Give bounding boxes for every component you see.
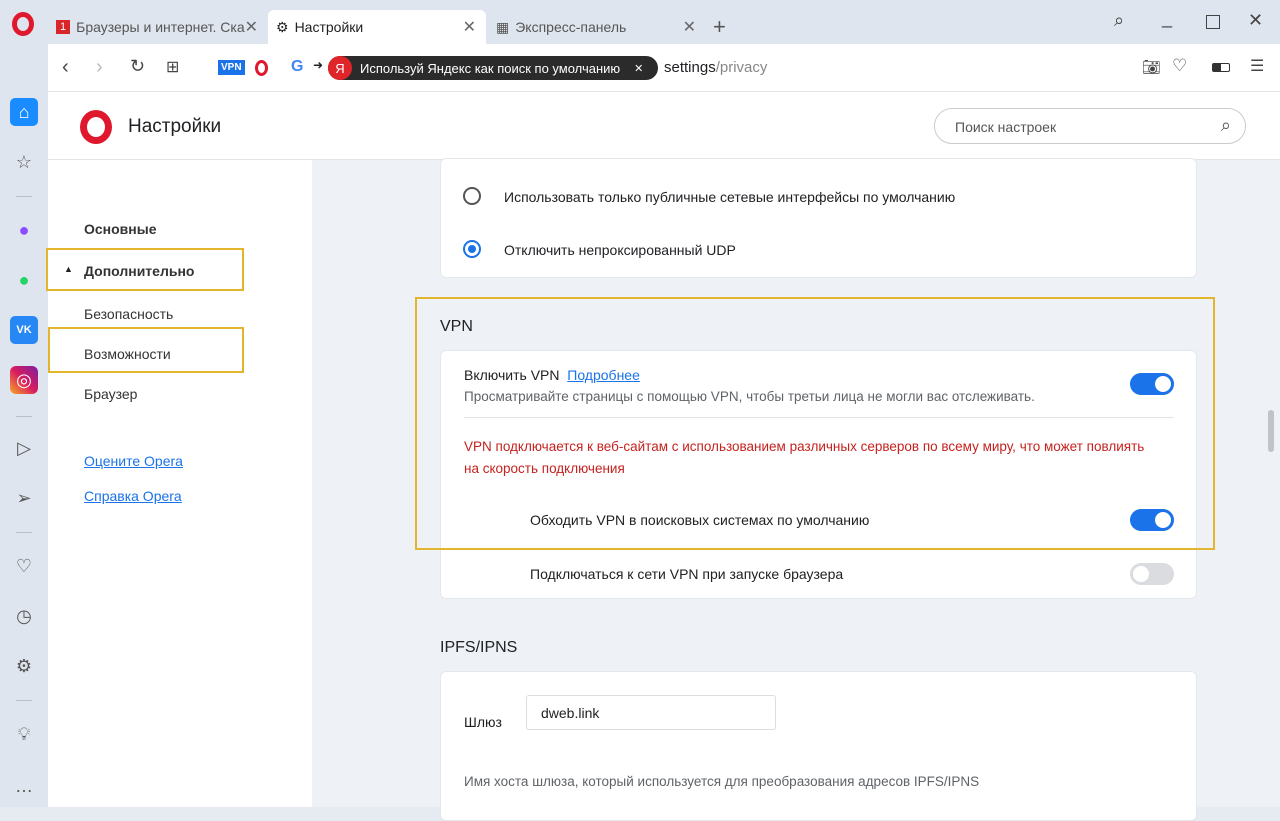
grid-icon: ▦ <box>496 19 509 36</box>
heart-icon[interactable]: ♡ <box>1172 56 1187 76</box>
home-icon[interactable]: ⌂ <box>10 98 38 126</box>
gear-icon: ⚙ <box>276 19 289 36</box>
heart-icon[interactable]: ♡ <box>10 552 38 580</box>
page-title: Настройки <box>128 116 221 138</box>
collapse-icon[interactable]: ▲ <box>64 264 73 274</box>
nav-browser[interactable]: Браузер <box>84 386 137 402</box>
option-label: Отключить непроксированный UDP <box>504 242 736 258</box>
player-icon[interactable]: ▷ <box>10 434 38 462</box>
settings-content: Использовать только публичные сетевые ин… <box>312 160 1260 807</box>
history-icon[interactable]: ◷ <box>10 602 38 630</box>
send-icon[interactable]: ➢ <box>10 484 38 512</box>
radio-disable-udp[interactable] <box>463 240 481 258</box>
divider <box>16 700 32 701</box>
scrollbar-thumb[interactable] <box>1268 410 1274 452</box>
forward-button[interactable]: › <box>96 56 103 79</box>
battery-icon[interactable] <box>1212 63 1230 72</box>
more-icon[interactable]: … <box>10 772 38 800</box>
gateway-input[interactable]: dweb.link <box>526 695 776 730</box>
minimize-button[interactable]: _ <box>1162 8 1172 29</box>
divider <box>16 196 32 197</box>
opera-logo <box>80 110 112 144</box>
maximize-button[interactable] <box>1206 15 1220 29</box>
nav-basic[interactable]: Основные <box>84 221 157 237</box>
nav-security[interactable]: Безопасность <box>84 306 173 322</box>
tab-browsers[interactable]: 1Браузеры и интернет. Ска✕ <box>48 10 268 44</box>
close-window-button[interactable]: ✕ <box>1248 10 1263 31</box>
tabs-grid-icon[interactable]: ⊞ <box>166 57 179 77</box>
easy-setup-icon[interactable]: ☰ <box>1250 56 1264 76</box>
gateway-description: Имя хоста шлюза, который используется дл… <box>464 774 979 789</box>
option-label: Использовать только публичные сетевые ин… <box>504 189 955 205</box>
yandex-prompt[interactable]: Я Используй Яндекс как поиск по умолчани… <box>328 56 658 80</box>
arrow-icon: ➜ <box>313 58 323 72</box>
close-tab-icon[interactable]: ✕ <box>463 17 476 37</box>
new-tab-button[interactable]: + <box>713 14 726 40</box>
reload-button[interactable]: ↻ <box>130 56 145 77</box>
camera-icon[interactable]: 📷︎ <box>1142 58 1161 76</box>
address-bar: ‹ › ↻ ⊞ VPN G ➜ Я Используй Яндекс как п… <box>48 44 1280 92</box>
scrollbar[interactable] <box>1260 160 1280 807</box>
tab-bar: 1Браузеры и интернет. Ска✕ ⚙Настройки✕ ▦… <box>0 0 1280 44</box>
nav-features[interactable]: Возможности <box>84 346 171 362</box>
back-button[interactable]: ‹ <box>62 56 69 79</box>
nav-advanced[interactable]: Дополнительно <box>84 263 194 279</box>
tips-icon[interactable]: 💡︎ <box>10 720 38 748</box>
settings-nav: Основные ▲ Дополнительно Безопасность Во… <box>48 160 312 807</box>
ipfs-section-title: IPFS/IPNS <box>440 639 517 657</box>
close-tab-icon[interactable]: ✕ <box>683 17 696 37</box>
settings-search-input[interactable]: Поиск настроек⌕ <box>934 108 1246 144</box>
vpn-startup-label: Подключаться к сети VPN при запуске брау… <box>530 566 843 582</box>
messenger-icon[interactable]: ● <box>10 216 38 244</box>
tab-settings[interactable]: ⚙Настройки✕ <box>268 10 486 44</box>
star-icon[interactable]: ☆ <box>10 148 38 176</box>
settings-icon[interactable]: ⚙ <box>10 652 38 680</box>
highlight-box <box>415 297 1215 550</box>
close-prompt-icon[interactable]: ✕ <box>634 62 643 75</box>
tab-speed-dial[interactable]: ▦Экспресс-панель✕ <box>488 10 706 44</box>
url-field[interactable]: settings/privacy <box>664 59 767 76</box>
instagram-icon[interactable]: ◎ <box>10 366 38 394</box>
vpn-startup-toggle[interactable] <box>1130 563 1174 585</box>
opera-icon <box>255 60 268 76</box>
vpn-badge[interactable]: VPN <box>218 60 245 75</box>
opera-menu-icon[interactable] <box>12 12 34 36</box>
ipfs-card: Шлюз dweb.link Имя хоста шлюза, который … <box>440 671 1197 821</box>
yandex-icon: Я <box>328 56 352 80</box>
divider <box>16 532 32 533</box>
divider <box>16 416 32 417</box>
search-icon: ⌕ <box>1221 115 1231 136</box>
vk-icon[interactable]: VK <box>10 316 38 344</box>
opera-help-link[interactable]: Справка Opera <box>84 488 182 504</box>
site-icon: 1 <box>56 20 70 34</box>
radio-public-interfaces[interactable] <box>463 187 481 205</box>
gateway-label: Шлюз <box>464 714 502 730</box>
close-tab-icon[interactable]: ✕ <box>245 17 258 37</box>
google-icon: G <box>291 58 303 76</box>
rate-opera-link[interactable]: Оцените Opera <box>84 453 183 469</box>
sidebar: ⌂ ☆ ● ● VK ◎ ▷ ➢ ♡ ◷ ⚙ 💡︎ … <box>0 44 48 807</box>
search-tabs-icon[interactable]: ⌕ <box>1114 10 1124 31</box>
settings-header: Настройки Поиск настроек⌕ <box>48 92 1280 160</box>
whatsapp-icon[interactable]: ● <box>10 266 38 294</box>
network-card: Использовать только публичные сетевые ин… <box>440 158 1197 278</box>
